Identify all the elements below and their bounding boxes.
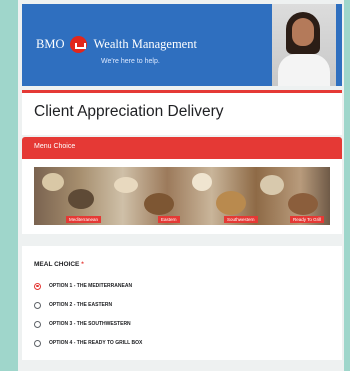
option-label: OPTION 1 - THE MEDITERRANEAN — [49, 283, 133, 289]
radio-option-4[interactable]: OPTION 4 - THE READY TO GRILL BOX — [34, 337, 142, 349]
bmo-roundel-icon — [70, 36, 88, 53]
image-tag-southwestern: Southwestern — [224, 216, 258, 223]
radio-option-3[interactable]: OPTION 3 - THE SOUTHWESTERN — [34, 318, 131, 330]
image-tag-mediterranean: Mediterranean — [66, 216, 102, 223]
option-label: OPTION 4 - THE READY TO GRILL BOX — [49, 340, 143, 346]
image-tag-ready-to-grill: Ready To Grill — [290, 216, 325, 223]
advisor-photo — [272, 4, 336, 86]
banner-tagline: We're here to help. — [101, 58, 160, 65]
radio-empty-icon[interactable] — [34, 339, 41, 347]
form-title: Client Appreciation Delivery — [34, 103, 224, 120]
radio-empty-icon[interactable] — [34, 301, 41, 309]
radio-empty-icon[interactable] — [34, 320, 41, 328]
question-label: MEAL CHOICE * — [34, 261, 84, 268]
brand-wealth-text: Wealth Management — [93, 37, 197, 51]
brand-logo: BMO Wealth Management — [36, 36, 197, 53]
menu-image-card: Mediterranean Eastern Southwestern Ready… — [22, 159, 342, 234]
menu-food-image: Mediterranean Eastern Southwestern Ready… — [34, 167, 330, 225]
title-card: Client Appreciation Delivery — [22, 90, 342, 135]
option-label: OPTION 3 - THE SOUTHWESTERN — [49, 321, 131, 327]
radio-option-2[interactable]: OPTION 2 - THE EASTERN — [34, 299, 112, 311]
section-label: Menu Choice — [34, 143, 76, 150]
question-label-text: MEAL CHOICE — [34, 261, 80, 268]
meal-choice-question: MEAL CHOICE * OPTION 1 - THE MEDITERRANE… — [22, 246, 342, 360]
required-asterisk: * — [81, 261, 84, 268]
image-tag-eastern: Eastern — [158, 216, 180, 223]
radio-selected-icon[interactable] — [34, 282, 41, 290]
brand-bmo-text: BMO — [36, 37, 65, 51]
radio-option-1[interactable]: OPTION 1 - THE MEDITERRANEAN — [34, 280, 132, 292]
header-banner: BMO Wealth Management We're here to help… — [22, 4, 342, 86]
option-label: OPTION 2 - THE EASTERN — [49, 302, 113, 308]
section-header: Menu Choice — [22, 137, 342, 159]
